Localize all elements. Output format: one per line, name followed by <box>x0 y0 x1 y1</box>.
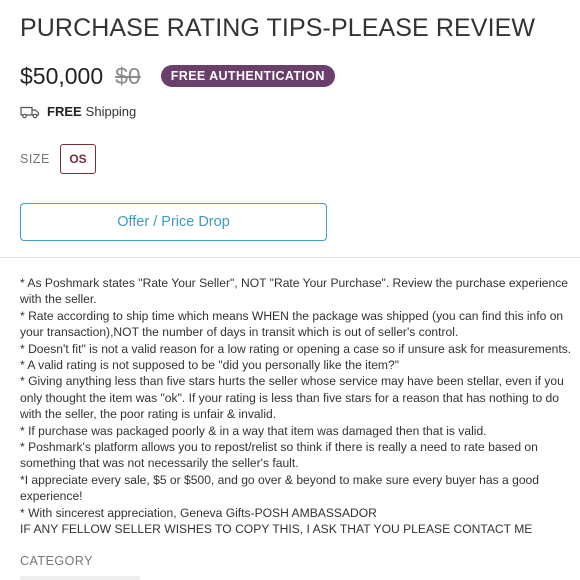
price-row: $50,000 $0 FREE AUTHENTICATION <box>20 62 335 90</box>
shipping-free-label: FREE <box>47 104 82 119</box>
description-line: IF ANY FELLOW SELLER WISHES TO COPY THIS… <box>20 522 533 537</box>
description-line: only thought the item was "ok". If your … <box>20 390 559 405</box>
price: $50,000 <box>20 62 104 89</box>
shipping-label: Shipping <box>85 104 137 119</box>
category-label: CATEGORY <box>20 554 93 568</box>
size-label: SIZE <box>20 152 50 166</box>
description-line: * Doesn't fit" is not a valid reason for… <box>20 341 572 356</box>
description-line: *I appreciate every sale, $5 or $500, an… <box>20 472 540 487</box>
offer-price-drop-button[interactable]: Offer / Price Drop <box>20 203 327 241</box>
description-line: experience! <box>20 489 83 504</box>
description-line: with the seller, the poor rating is unfa… <box>20 407 277 422</box>
listing-description: * As Poshmark states "Rate Your Seller",… <box>20 275 578 538</box>
description-line: something that was not necessarily the s… <box>20 456 299 471</box>
description-line: * A valid rating is not supposed to be "… <box>20 358 400 373</box>
listing-page: PURCHASE RATING TIPS-PLEASE REVIEW $50,0… <box>0 0 580 580</box>
truck-icon <box>20 105 40 119</box>
description-line: * As Poshmark states "Rate Your Seller",… <box>20 276 569 290</box>
size-option-button[interactable]: OS <box>60 144 96 174</box>
listing-title: PURCHASE RATING TIPS-PLEASE REVIEW <box>20 14 536 42</box>
shipping-row: FREE Shipping <box>20 104 136 119</box>
description-line: your transaction),NOT the number of days… <box>20 325 459 340</box>
authentication-badge[interactable]: FREE AUTHENTICATION <box>160 65 335 87</box>
description-line: * If purchase was packaged poorly & in a… <box>20 423 487 438</box>
description-line: * Poshmark's platform allows you to repo… <box>20 440 538 455</box>
original-price: $0 <box>115 62 141 89</box>
divider <box>0 257 580 258</box>
description-line: * With sincerest appreciation, Geneva Gi… <box>20 505 377 520</box>
description-line: * Rate according to ship time which mean… <box>20 308 564 323</box>
description-line: * Giving anything less than five stars h… <box>20 374 564 389</box>
category-value-peek <box>20 576 140 580</box>
description-line: with the seller. <box>20 292 97 307</box>
